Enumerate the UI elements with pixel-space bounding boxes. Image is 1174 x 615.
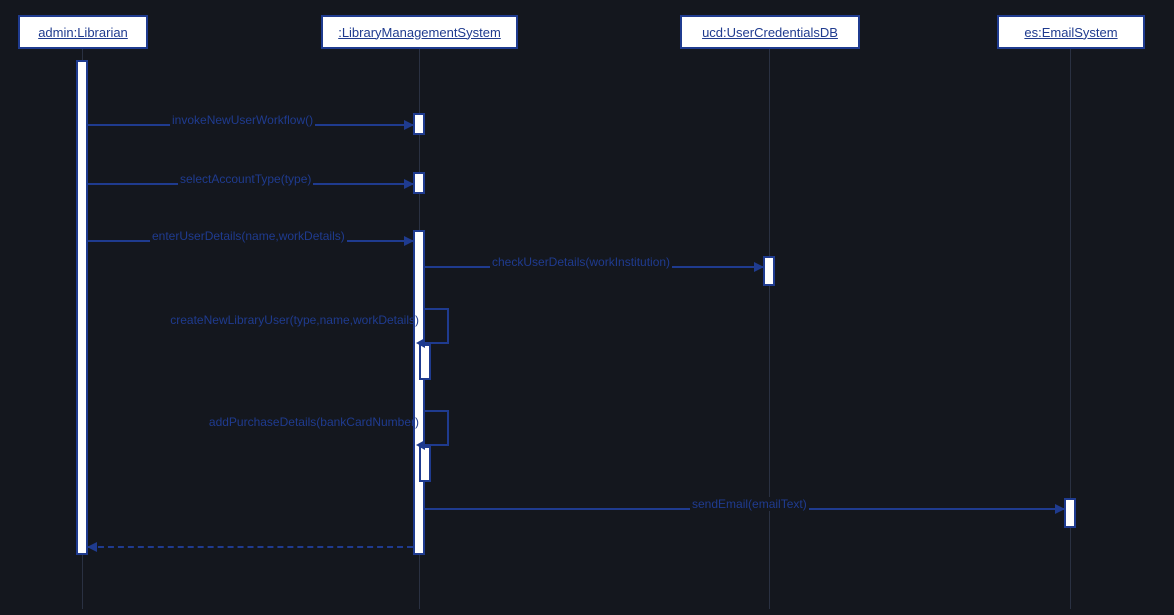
activation-admin: [76, 60, 88, 555]
activation-lms-1: [413, 113, 425, 135]
participant-es: es:EmailSystem: [997, 15, 1145, 49]
message-label: checkUserDetails(workInstitution): [490, 255, 672, 269]
message-label: sendEmail(emailText): [690, 497, 809, 511]
activation-es: [1064, 498, 1076, 528]
participant-lms: :LibraryManagementSystem: [321, 15, 518, 49]
message-label: addPurchaseDetails(bankCardNumber): [209, 415, 419, 429]
message-label: createNewLibraryUser(type,name,workDetai…: [170, 313, 419, 327]
activation-lms-self-1: [419, 344, 431, 380]
activation-lms-3: [413, 230, 425, 555]
activation-ucd: [763, 256, 775, 286]
message-label: invokeNewUserWorkflow(): [170, 113, 315, 127]
lifeline-ucd: [769, 49, 770, 609]
return-arrow: [88, 546, 413, 548]
activation-lms-self-2: [419, 446, 431, 482]
self-message: [425, 308, 449, 344]
participant-admin: admin:Librarian: [18, 15, 148, 49]
participant-ucd: ucd:UserCredentialsDB: [680, 15, 860, 49]
message-label: enterUserDetails(name,workDetails): [150, 229, 347, 243]
message-label: selectAccountType(type): [178, 172, 313, 186]
sequence-diagram: admin:Librarian :LibraryManagementSystem…: [0, 0, 1174, 615]
participant-label: admin:Librarian: [38, 25, 128, 40]
activation-lms-2: [413, 172, 425, 194]
participant-label: es:EmailSystem: [1024, 25, 1117, 40]
self-message: [425, 410, 449, 446]
participant-label: :LibraryManagementSystem: [338, 25, 501, 40]
participant-label: ucd:UserCredentialsDB: [702, 25, 838, 40]
